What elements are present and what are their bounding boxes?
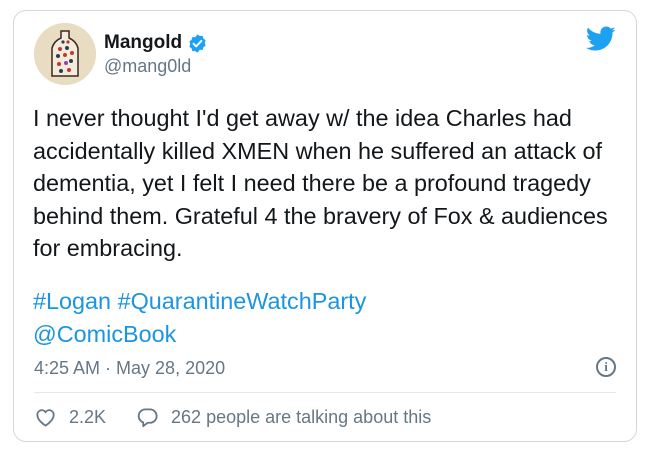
conversation-button[interactable]: 262 people are talking about this	[136, 406, 431, 429]
avatar[interactable]	[34, 23, 96, 85]
tweet-text: I never thought I'd get away w/ the idea…	[33, 105, 608, 261]
mention-comicbook[interactable]: @ComicBook	[33, 321, 176, 347]
hashtag-quarantinewatchparty[interactable]: #QuarantineWatchParty	[118, 288, 367, 314]
hashtag-logan[interactable]: #Logan	[33, 288, 111, 314]
verified-badge-icon	[189, 33, 206, 53]
author-handle[interactable]: @mang0ld	[104, 56, 191, 77]
conversation-text: 262 people are talking about this	[171, 407, 432, 427]
divider	[34, 392, 616, 393]
tweet-timestamp[interactable]: 4:25 AM · May 28, 2020	[34, 358, 225, 379]
info-icon[interactable]: i	[596, 357, 616, 377]
like-count: 2.2K	[69, 407, 107, 427]
heart-icon	[36, 409, 55, 427]
twitter-bird-icon[interactable]	[586, 26, 616, 52]
bottle-portrait-avatar-icon	[34, 23, 96, 85]
reply-bubble-icon	[137, 408, 158, 428]
author-name[interactable]: Mangold	[104, 32, 182, 54]
like-button[interactable]: 2.2K	[34, 406, 106, 429]
author-row: Mangold	[104, 32, 208, 54]
tweet-card[interactable]: Mangold @mang0ld I never thought I'd get…	[13, 10, 637, 442]
action-bar: 2.2K 262 people are talking about this	[34, 406, 431, 429]
tweet-links: #Logan #QuarantineWatchParty @ComicBook	[33, 285, 366, 350]
